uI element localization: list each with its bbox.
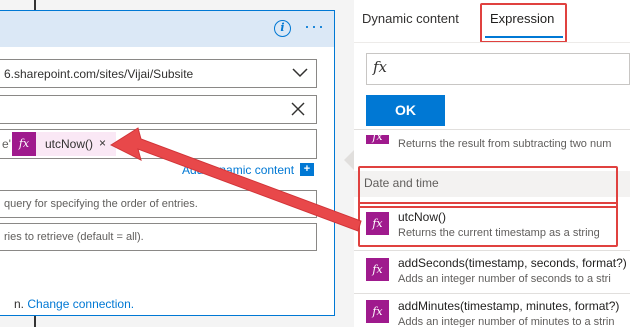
function-name: utcNow() xyxy=(398,210,447,224)
site-address-dropdown[interactable]: 6.sharepoint.com/sites/Vijai/Subsite xyxy=(0,59,317,88)
tabs-divider xyxy=(354,42,630,43)
list-divider xyxy=(354,129,630,130)
expression-token[interactable]: fx utcNow() × xyxy=(12,132,116,156)
change-connection-link[interactable]: Change connection. xyxy=(27,297,134,311)
remove-token-icon[interactable]: × xyxy=(99,136,106,150)
fx-icon: fx xyxy=(12,132,36,156)
add-dynamic-content-link[interactable]: Add dynamic content xyxy=(182,163,294,177)
function-description: Returns the result from subtracting two … xyxy=(398,138,612,150)
list-name-field[interactable] xyxy=(0,95,317,124)
fx-icon: fx xyxy=(366,300,389,323)
filter-query-field[interactable]: e' fx utcNow() × xyxy=(0,129,317,159)
function-description: Adds an integer number of seconds to a s… xyxy=(398,273,611,285)
more-options-icon[interactable]: ··· xyxy=(304,16,325,36)
order-by-placeholder: query for specifying the order of entrie… xyxy=(4,198,198,210)
function-name: addSeconds(timestamp, seconds, format?) xyxy=(398,256,627,270)
add-dynamic-content-plus-icon[interactable]: + xyxy=(300,163,314,176)
fx-icon: fx xyxy=(366,135,389,144)
function-name: addMinutes(timestamp, minutes, format?) xyxy=(398,299,620,313)
chevron-down-icon[interactable] xyxy=(292,68,308,78)
tab-expression[interactable]: Expression xyxy=(490,11,554,26)
info-icon[interactable]: i xyxy=(274,20,291,37)
clear-icon[interactable] xyxy=(291,102,305,116)
flow-connector-bottom xyxy=(34,316,36,327)
filter-query-leading-text: e' xyxy=(2,137,11,151)
fx-icon: fx xyxy=(366,212,389,235)
function-description: Returns the current timestamp as a strin… xyxy=(398,227,600,239)
ok-button[interactable]: OK xyxy=(366,95,445,126)
expression-input[interactable] xyxy=(366,53,630,85)
tab-dynamic-content[interactable]: Dynamic content xyxy=(362,11,459,26)
function-description: Adds an integer number of minutes to a s… xyxy=(398,316,615,327)
token-label: utcNow() xyxy=(45,137,94,151)
flow-connector-top xyxy=(34,0,36,10)
section-label: Date and time xyxy=(364,176,439,190)
top-count-placeholder: ries to retrieve (default = all). xyxy=(4,231,144,243)
connection-footer-prefix: n. xyxy=(14,297,25,311)
order-by-field[interactable]: query for specifying the order of entrie… xyxy=(0,190,317,218)
fx-icon: fx xyxy=(373,58,388,76)
panel-pointer xyxy=(344,150,354,170)
get-items-action-card: i ··· 6.sharepoint.com/sites/Vijai/Subsi… xyxy=(0,10,335,316)
connection-footer: n. Change connection. xyxy=(14,297,134,311)
active-tab-indicator xyxy=(485,36,563,38)
top-count-field[interactable]: ries to retrieve (default = all). xyxy=(0,223,317,251)
function-item-utcnow[interactable] xyxy=(354,204,630,246)
fx-icon: fx xyxy=(366,258,389,281)
site-address-value: 6.sharepoint.com/sites/Vijai/Subsite xyxy=(4,67,194,81)
